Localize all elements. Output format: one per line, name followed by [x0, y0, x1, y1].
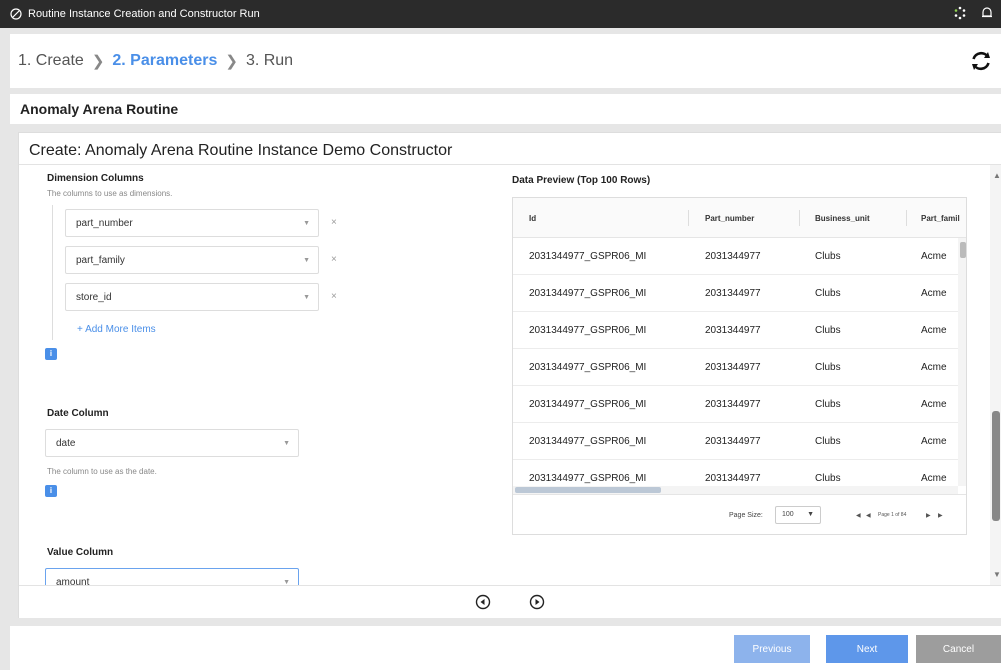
scroll-thumb[interactable] — [515, 487, 661, 493]
column-divider[interactable] — [906, 210, 907, 226]
panel-title: Create: Anomaly Arena Routine Instance D… — [19, 133, 1001, 165]
chevron-right-icon: ❯ — [225, 53, 238, 70]
table-row[interactable]: 2031344977_GSPR06_MI 2031344977 Clubs Ac… — [513, 238, 966, 275]
table-row[interactable]: 2031344977_GSPR06_MI 2031344977 Clubs Ac… — [513, 275, 966, 312]
chevron-down-icon: ▼ — [303, 220, 310, 227]
dimension-columns-label: Dimension Columns — [47, 173, 144, 184]
table-row[interactable]: 2031344977_GSPR06_MI 2031344977 Clubs Ac… — [513, 423, 966, 460]
parameters-content: Dimension Columns The columns to use as … — [19, 165, 1001, 585]
page-size-label: Page Size: — [729, 512, 763, 519]
value-column-label: Value Column — [47, 547, 114, 558]
remove-dimension-1-icon[interactable]: × — [331, 217, 337, 228]
page-info: Page 1 of 84 — [878, 512, 907, 518]
app-logo-icon — [8, 6, 24, 22]
scroll-thumb[interactable] — [992, 411, 1000, 521]
dimension-select-1[interactable]: part_number ▼ — [65, 209, 319, 237]
date-column-label: Date Column — [47, 408, 109, 419]
chevron-down-icon: ▼ — [303, 294, 310, 301]
cancel-button[interactable]: Cancel — [916, 635, 1001, 663]
prev-page-icon[interactable]: ◀ — [866, 512, 871, 519]
scroll-left-circle-icon[interactable] — [475, 594, 491, 610]
column-divider[interactable] — [799, 210, 800, 226]
dimension-select-2[interactable]: part_family ▼ — [65, 246, 319, 274]
page-size-select[interactable]: 100 ▼ — [775, 506, 821, 524]
remove-dimension-2-icon[interactable]: × — [331, 254, 337, 265]
previous-button[interactable]: Previous — [734, 635, 810, 663]
column-header-business-unit[interactable]: Business_unit — [815, 214, 870, 223]
column-header-part-family[interactable]: Part_famil — [921, 214, 960, 223]
last-page-icon[interactable]: ▶ — [938, 512, 943, 519]
constructor-panel: Create: Anomaly Arena Routine Instance D… — [18, 132, 1001, 618]
info-icon[interactable]: i — [45, 485, 57, 497]
dimension-group-line — [52, 205, 53, 340]
next-button[interactable]: Next — [826, 635, 908, 663]
remove-dimension-3-icon[interactable]: × — [331, 291, 337, 302]
title-bar: Routine Instance Creation and Constructo… — [0, 0, 1001, 28]
refresh-icon[interactable] — [969, 49, 993, 73]
column-divider[interactable] — [688, 210, 689, 226]
chevron-down-icon: ▼ — [283, 440, 290, 447]
wizard-footer: Previous Next Cancel — [10, 626, 1001, 670]
wizard-steps: 1. Create ❯ 2. Parameters ❯ 3. Run — [10, 34, 1001, 88]
chevron-down-icon: ▼ — [807, 511, 814, 518]
window-title: Routine Instance Creation and Constructo… — [28, 8, 260, 20]
value-column-select[interactable]: amount ▼ — [45, 568, 299, 585]
add-more-items-link[interactable]: + Add More Items — [77, 324, 156, 335]
grid-horizontal-scrollbar[interactable] — [513, 486, 958, 494]
scroll-right-circle-icon[interactable] — [529, 594, 545, 610]
info-icon[interactable]: i — [45, 348, 57, 360]
table-row[interactable]: 2031344977_GSPR06_MI 2031344977 Clubs Ac… — [513, 312, 966, 349]
step-create[interactable]: 1. Create — [18, 52, 84, 70]
date-column-select[interactable]: date ▼ — [45, 429, 299, 457]
data-preview-grid: Id Part_number Business_unit Part_famil … — [512, 197, 967, 535]
loading-spinner-icon — [953, 6, 967, 23]
scroll-thumb[interactable] — [960, 242, 966, 258]
column-header-part-number[interactable]: Part_number — [705, 214, 754, 223]
scroll-up-icon[interactable]: ▲ — [993, 171, 1001, 180]
scroll-down-icon[interactable]: ▼ — [993, 570, 1001, 579]
data-preview-title: Data Preview (Top 100 Rows) — [512, 175, 651, 186]
panel-footer — [19, 585, 1001, 618]
step-parameters[interactable]: 2. Parameters — [112, 52, 217, 70]
panel-vertical-scrollbar[interactable]: ▲ ▼ — [990, 165, 1001, 585]
table-row[interactable]: 2031344977_GSPR06_MI 2031344977 Clubs Ac… — [513, 349, 966, 386]
next-page-icon[interactable]: ▶ — [926, 512, 931, 519]
dimension-columns-help: The columns to use as dimensions. — [47, 189, 173, 198]
chevron-down-icon: ▼ — [303, 257, 310, 264]
grid-header: Id Part_number Business_unit Part_famil — [513, 198, 966, 238]
table-row[interactable]: 2031344977_GSPR06_MI 2031344977 Clubs Ac… — [513, 386, 966, 423]
pagination-bar: Page Size: 100 ▼ ◀ ◀ Page 1 of 84 ▶ ▶ — [513, 494, 966, 534]
step-run[interactable]: 3. Run — [246, 52, 293, 70]
grid-vertical-scrollbar[interactable] — [958, 238, 966, 486]
routine-name-header: Anomaly Arena Routine — [10, 94, 1001, 124]
date-column-help: The column to use as the date. — [47, 467, 157, 476]
column-header-id[interactable]: Id — [529, 214, 536, 223]
notification-bell-icon[interactable] — [981, 6, 993, 23]
chevron-right-icon: ❯ — [91, 53, 105, 70]
first-page-icon[interactable]: ◀ — [856, 512, 861, 519]
dimension-select-3[interactable]: store_id ▼ — [65, 283, 319, 311]
